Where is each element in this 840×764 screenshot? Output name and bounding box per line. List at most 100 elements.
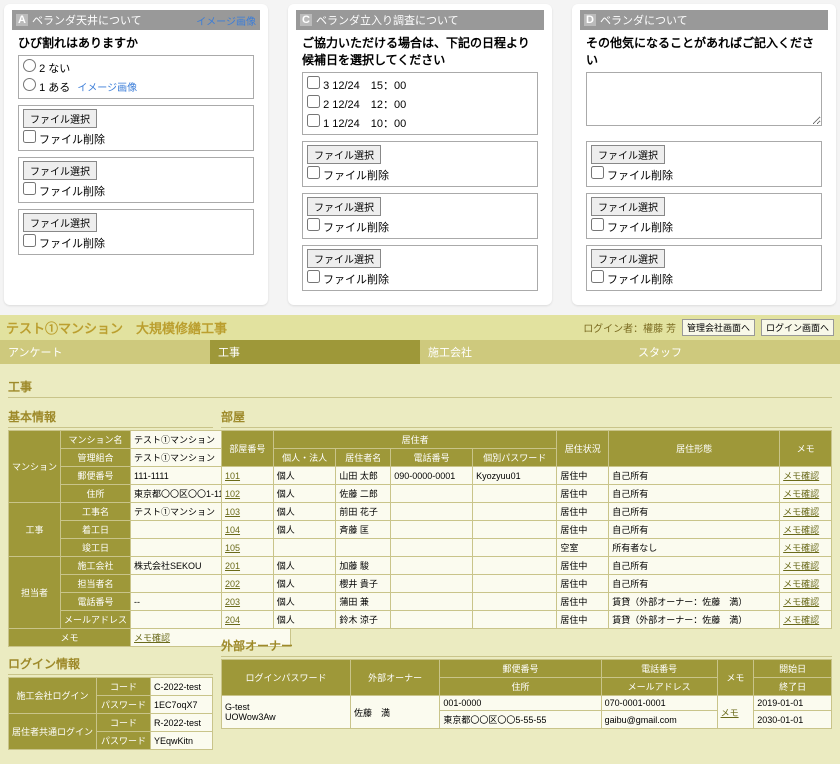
memo-link[interactable]: メモ確認 [780, 521, 832, 539]
file-select-button[interactable]: ファイル選択 [591, 249, 665, 268]
tab-contractor[interactable]: 施工会社 [420, 340, 630, 364]
file-block: ファイル選択 ファイル削除 [302, 141, 538, 187]
memo-link[interactable]: メモ確認 [780, 539, 832, 557]
opt-c-2[interactable]: 1 12/24 10：00 [307, 113, 533, 132]
card-c-tag: C [300, 14, 312, 26]
options-c: 3 12/24 15：00 2 12/24 12：00 1 12/24 10：0… [302, 72, 538, 135]
room-row: 101個人山田 太郎090-0000-0001Kyozyuu01居住中自己所有メ… [222, 467, 832, 485]
file-delete-check[interactable]: ファイル削除 [23, 182, 249, 199]
basic-label: 着工日 [61, 521, 131, 539]
basic-label: 担当者名 [61, 575, 131, 593]
image-link[interactable]: イメージ画像 [77, 83, 137, 94]
tabs: アンケート 工事 施工会社 スタッフ [0, 340, 840, 364]
room-no[interactable]: 104 [222, 521, 274, 539]
memo-link[interactable]: メモ確認 [780, 503, 832, 521]
room-row: 203個人蒲田 兼居住中賃貸（外部オーナー：佐藤 満）メモ確認 [222, 593, 832, 611]
page-heading: 工事 [8, 376, 832, 398]
tab-staff[interactable]: スタッフ [630, 340, 840, 364]
question-d: その他気になることがあればご記入ください [580, 30, 828, 70]
room-no[interactable]: 202 [222, 575, 274, 593]
basic-group: 担当者 [9, 557, 61, 629]
memo-link[interactable]: メモ確認 [780, 557, 832, 575]
freetext-d[interactable] [586, 72, 822, 126]
room-row: 204個人鈴木 涼子居住中賃貸（外部オーナー：佐藤 満）メモ確認 [222, 611, 832, 629]
basic-label: 郵便番号 [61, 467, 131, 485]
memo-link[interactable]: メモ [717, 696, 754, 729]
file-select-button[interactable]: ファイル選択 [307, 197, 381, 216]
card-a: Aベランダ天井についてイメージ画像 ひび割れはありますか 2 ない 1 ある イ… [4, 4, 268, 305]
owner-table: ログインパスワード外部オーナー郵便番号電話番号メモ開始日住所メールアドレス終了日… [221, 659, 832, 729]
room-no[interactable]: 103 [222, 503, 274, 521]
pw-value: YEqwKitn [151, 732, 213, 750]
card-c-title: ベランダ立入り調査について [316, 12, 459, 28]
opt-a-1[interactable]: 1 ある イメージ画像 [23, 77, 249, 96]
sec-basic: 基本情報 [8, 406, 213, 428]
memo-link[interactable]: メモ確認 [780, 575, 832, 593]
file-block: ファイル選択 ファイル削除 [302, 245, 538, 291]
image-link[interactable]: イメージ画像 [196, 13, 256, 28]
question-a: ひび割れはありますか [12, 30, 260, 53]
card-a-title: ベランダ天井について [32, 12, 142, 28]
memo-link[interactable]: メモ確認 [780, 485, 832, 503]
file-delete-check[interactable]: ファイル削除 [23, 130, 249, 147]
nav-login-button[interactable]: ログイン画面へ [761, 319, 834, 336]
file-select-button[interactable]: ファイル選択 [591, 197, 665, 216]
card-c: C ベランダ立入り調査について ご協力いただける場合は、下記の日程より候補日を選択… [288, 4, 552, 305]
file-block: ファイル選択 ファイル削除 [18, 105, 254, 151]
room-row: 102個人佐藤 二郎居住中自己所有メモ確認 [222, 485, 832, 503]
sec-owner: 外部オーナー [221, 635, 832, 657]
basic-group: 工事 [9, 503, 61, 557]
file-delete-check[interactable]: ファイル削除 [307, 166, 533, 183]
tab-survey[interactable]: アンケート [0, 340, 210, 364]
file-select-button[interactable]: ファイル選択 [23, 213, 97, 232]
memo-link[interactable]: メモ確認 [780, 467, 832, 485]
file-block: ファイル選択 ファイル削除 [302, 193, 538, 239]
room-no[interactable]: 102 [222, 485, 274, 503]
basic-label: 竣工日 [61, 539, 131, 557]
question-c: ご協力いただける場合は、下記の日程より候補日を選択してください [296, 30, 544, 70]
room-row: 104個人斉藤 匡居住中自己所有メモ確認 [222, 521, 832, 539]
file-block: ファイル選択 ファイル削除 [586, 193, 822, 239]
room-no[interactable]: 105 [222, 539, 274, 557]
room-row: 201個人加藤 駿居住中自己所有メモ確認 [222, 557, 832, 575]
code-value: R-2022-test [151, 714, 213, 732]
card-d-tag: D [584, 14, 596, 26]
memo-label: メモ [9, 629, 131, 647]
room-no[interactable]: 203 [222, 593, 274, 611]
tab-construction[interactable]: 工事 [210, 340, 420, 364]
code-label: コード [97, 678, 151, 696]
pw-label: パスワード [97, 696, 151, 714]
basic-label: 管理組合 [61, 449, 131, 467]
file-select-button[interactable]: ファイル選択 [307, 249, 381, 268]
login-table: 施工会社ログインコードC-2022-testパスワード1EC7oqX7居住者共通… [8, 677, 213, 750]
room-no[interactable]: 101 [222, 467, 274, 485]
file-delete-check[interactable]: ファイル削除 [591, 218, 817, 235]
opt-c-0[interactable]: 3 12/24 15：00 [307, 75, 533, 94]
rooms-table: 部屋番号居住者居住状況居住形態メモ個人・法人居住者名電話番号個別パスワード101… [221, 430, 832, 629]
room-row: 105空室所有者なしメモ確認 [222, 539, 832, 557]
file-select-button[interactable]: ファイル選択 [23, 109, 97, 128]
card-d-title: ベランダについて [600, 12, 688, 28]
opt-c-1[interactable]: 2 12/24 12：00 [307, 94, 533, 113]
file-select-button[interactable]: ファイル選択 [307, 145, 381, 164]
login-user: ログイン者：權藤 芳 [583, 320, 676, 335]
room-no[interactable]: 204 [222, 611, 274, 629]
file-delete-check[interactable]: ファイル削除 [307, 270, 533, 287]
basic-group: マンション [9, 431, 61, 503]
file-delete-check[interactable]: ファイル削除 [591, 166, 817, 183]
file-delete-check[interactable]: ファイル削除 [23, 234, 249, 251]
room-no[interactable]: 201 [222, 557, 274, 575]
admin-panel: テスト①マンション 大規模修繕工事 ログイン者：權藤 芳 管理会社画面へ ログイ… [0, 315, 840, 764]
memo-link[interactable]: メモ確認 [780, 593, 832, 611]
file-select-button[interactable]: ファイル選択 [23, 161, 97, 180]
file-delete-check[interactable]: ファイル削除 [591, 270, 817, 287]
login-group: 施工会社ログイン [9, 678, 97, 714]
opt-a-0[interactable]: 2 ない [23, 58, 249, 77]
nav-admin-button[interactable]: 管理会社画面へ [682, 319, 755, 336]
basic-label: 工事名 [61, 503, 131, 521]
memo-link[interactable]: メモ確認 [780, 611, 832, 629]
file-select-button[interactable]: ファイル選択 [591, 145, 665, 164]
basic-label: メールアドレス [61, 611, 131, 629]
file-delete-check[interactable]: ファイル削除 [307, 218, 533, 235]
file-block: ファイル選択 ファイル削除 [18, 209, 254, 255]
